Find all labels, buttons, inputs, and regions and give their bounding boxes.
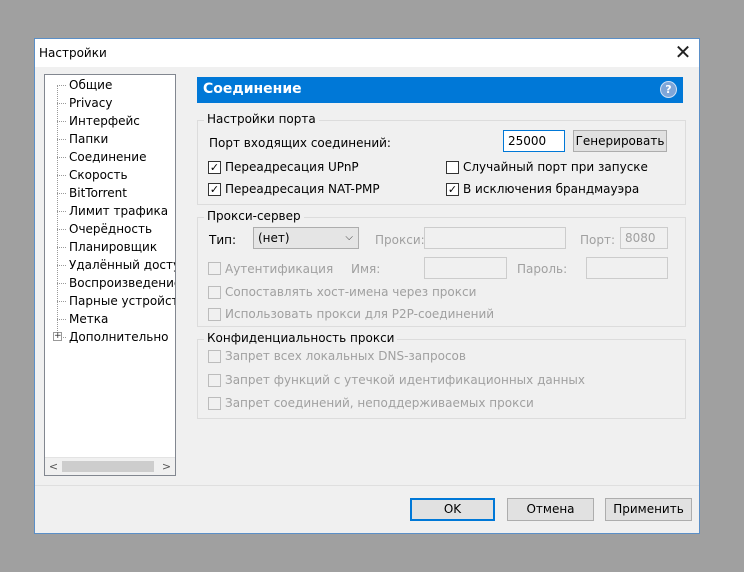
title-bar: Настройки ✕ [35, 39, 699, 67]
natpmp-checkbox[interactable]: ✓ [208, 183, 221, 196]
tree-item-bittorrent[interactable]: BitTorrent [57, 184, 127, 202]
proxy-password-input[interactable] [586, 257, 668, 279]
proxy-auth-label: Аутентификация [225, 262, 334, 276]
bottom-separator [35, 485, 699, 486]
upnp-checkbox[interactable]: ✓ [208, 161, 221, 174]
incoming-port-input[interactable]: 25000 [503, 130, 565, 152]
section-title: Соединение [203, 81, 302, 97]
scroll-right-icon[interactable]: > [158, 458, 175, 475]
section-header: Соединение ? [197, 77, 683, 103]
proxy-hostname-label: Сопоставлять хост-имена через прокси [225, 285, 477, 299]
expand-plus-icon[interactable]: + [53, 332, 62, 341]
proxy-password-label: Пароль: [517, 262, 568, 276]
proxy-port-input[interactable]: 8080 [620, 227, 668, 249]
proxy-username-label: Имя: [351, 262, 381, 276]
firewall-label: В исключения брандмауэра [463, 182, 640, 196]
proxy-host-input[interactable] [424, 227, 566, 249]
window-title: Настройки [39, 46, 107, 60]
firewall-checkbox[interactable]: ✓ [446, 183, 459, 196]
tree-item-label[interactable]: Метка [56, 310, 108, 328]
leak-block-label: Запрет функций с утечкой идентификационн… [225, 373, 585, 387]
tree-item-connection[interactable]: Соединение [56, 148, 146, 166]
help-icon[interactable]: ? [660, 81, 677, 98]
settings-tree: Общие Privacy Интерфейс Папки Соединение… [44, 74, 176, 476]
proxy-port-label: Порт: [580, 233, 616, 247]
scroll-left-icon[interactable]: < [45, 458, 62, 475]
proxy-p2p-label: Использовать прокси для P2P-соединений [225, 307, 495, 321]
settings-dialog: Настройки ✕ Общие Privacy Интерфейс Папк… [34, 38, 700, 534]
generate-port-button[interactable]: Генерировать [573, 130, 667, 152]
natpmp-label: Переадресация NAT-PMP [225, 182, 380, 196]
tree-item-traffic-limit[interactable]: Лимит трафика [56, 202, 168, 220]
incoming-port-label: Порт входящих соединений: [209, 136, 391, 150]
ok-button[interactable]: OK [410, 498, 495, 521]
proxy-type-select[interactable]: (нет) ⌵ [253, 227, 359, 249]
apply-button[interactable]: Применить [605, 498, 692, 521]
tree-item-speed[interactable]: Скорость [57, 166, 128, 184]
dns-block-checkbox[interactable] [208, 350, 221, 363]
tree-item-interface[interactable]: Интерфейс [57, 112, 140, 130]
leak-block-checkbox[interactable] [208, 374, 221, 387]
scrollbar-thumb[interactable] [62, 461, 154, 472]
dns-block-label: Запрет всех локальных DNS-запросов [225, 349, 466, 363]
tree-item-remote[interactable]: Удалённый доступ [57, 256, 175, 274]
proxy-group-title: Прокси-сервер [204, 209, 304, 223]
tree-item-general[interactable]: Общие [56, 76, 112, 94]
proxy-type-value: (нет) [258, 231, 290, 245]
proxy-p2p-checkbox[interactable] [208, 308, 221, 321]
proxy-type-label: Тип: [209, 233, 237, 247]
random-port-label: Случайный порт при запуске [463, 160, 648, 174]
proxy-auth-checkbox[interactable] [208, 262, 221, 275]
cancel-button[interactable]: Отмена [507, 498, 594, 521]
proxy-host-label: Прокси: [375, 233, 425, 247]
port-settings-title: Настройки порта [204, 112, 319, 126]
unsupported-block-label: Запрет соединений, неподдерживаемых прок… [225, 396, 534, 410]
upnp-label: Переадресация UPnP [225, 160, 359, 174]
unsupported-block-checkbox[interactable] [208, 397, 221, 410]
proxy-username-input[interactable] [424, 257, 507, 279]
chevron-down-icon: ⌵ [345, 232, 353, 243]
proxy-privacy-title: Конфиденциальность прокси [204, 331, 398, 345]
tree-horizontal-scrollbar[interactable]: < > [45, 457, 175, 475]
random-port-checkbox[interactable] [446, 161, 459, 174]
proxy-hostname-checkbox[interactable] [208, 286, 221, 299]
tree-item-scheduler[interactable]: Планировщик [56, 238, 157, 256]
tree-item-folders[interactable]: Папки [56, 130, 108, 148]
close-icon[interactable]: ✕ [667, 39, 699, 67]
tree-item-queue[interactable]: Очерёдность [56, 220, 152, 238]
tree-item-paired-devices[interactable]: Парные устройства [57, 292, 175, 310]
tree-item-playback[interactable]: Воспроизведение [56, 274, 175, 292]
tree-item-privacy[interactable]: Privacy [56, 94, 112, 112]
tree-item-advanced[interactable]: Дополнительно [57, 328, 169, 346]
